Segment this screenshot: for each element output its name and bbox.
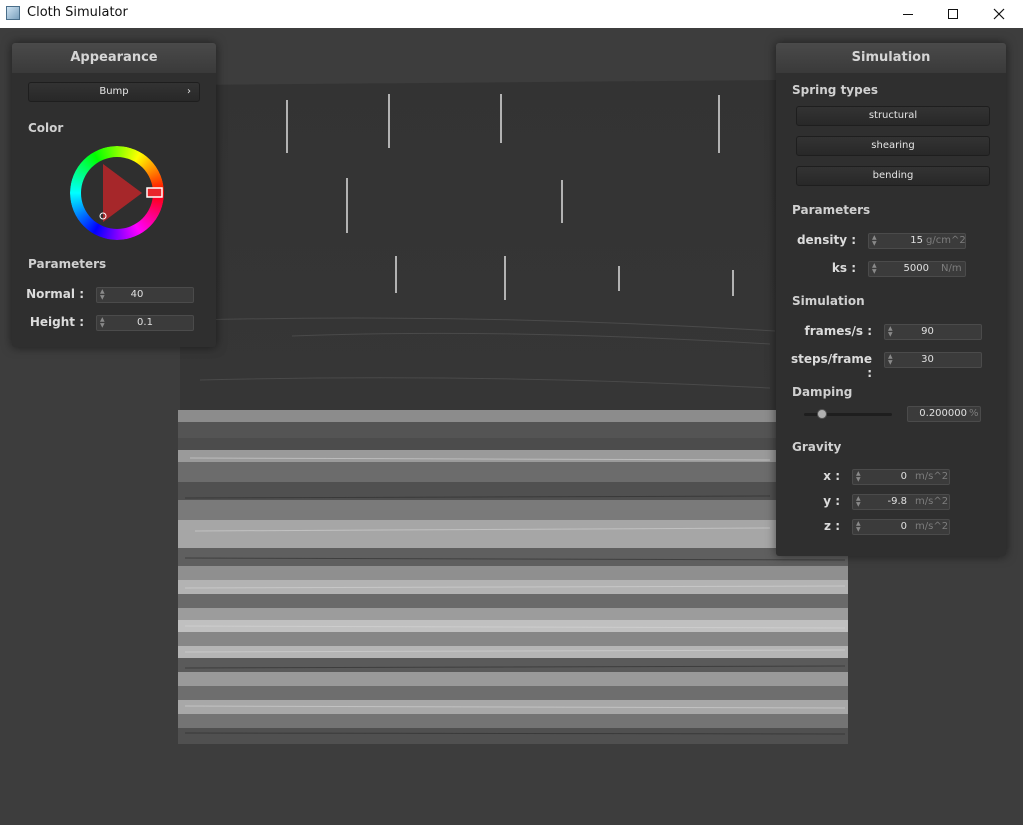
gravity-z-input[interactable]: ▲ ▼ 0 m/s^2 [852, 519, 950, 535]
bending-button[interactable]: bending [796, 166, 990, 186]
simulation-panel: Simulation Spring types structural shear… [776, 43, 1006, 556]
gravity-x-label: x : [823, 469, 840, 483]
maximize-icon [948, 9, 958, 19]
height-label: Height : [29, 315, 84, 329]
spinner-icon[interactable]: ▲ ▼ [100, 317, 107, 329]
normal-label: Normal : [26, 287, 84, 301]
appearance-params-label: Parameters [28, 257, 107, 271]
window-title: Cloth Simulator [27, 5, 128, 20]
normal-input[interactable]: ▲ ▼ 40 [96, 287, 194, 303]
appearance-panel-title[interactable]: Appearance [12, 43, 216, 73]
render-viewport[interactable]: Appearance Bump › Color Parameters Norma… [0, 28, 1023, 825]
gravity-x-input[interactable]: ▲ ▼ 0 m/s^2 [852, 469, 950, 485]
app-icon [6, 6, 20, 20]
spinner-icon[interactable]: ▲ ▼ [856, 471, 863, 483]
spinner-icon[interactable]: ▲ ▼ [872, 263, 879, 275]
damping-slider-knob[interactable] [816, 409, 827, 419]
spinner-icon[interactable]: ▲ ▼ [856, 521, 863, 533]
spinner-icon[interactable]: ▲ ▼ [856, 496, 863, 508]
maximize-button[interactable] [930, 0, 976, 28]
fps-label: frames/s : [804, 324, 872, 338]
fps-input[interactable]: ▲ ▼ 90 [884, 324, 982, 340]
ks-label: ks : [831, 261, 856, 275]
color-wheel-icon[interactable] [70, 146, 164, 240]
structural-button[interactable]: structural [796, 106, 990, 126]
simulation-panel-title[interactable]: Simulation [776, 43, 1006, 73]
damping-slider-track[interactable] [804, 409, 892, 419]
steps-input[interactable]: ▲ ▼ 30 [884, 352, 982, 368]
minimize-button[interactable] [885, 0, 931, 28]
spinner-icon[interactable]: ▲ ▼ [872, 235, 879, 247]
gravity-label: Gravity [792, 440, 842, 454]
height-input[interactable]: ▲ ▼ 0.1 [96, 315, 194, 331]
window-titlebar: Cloth Simulator [0, 0, 1023, 28]
ks-input[interactable]: ▲ ▼ 5000 N/m [868, 261, 966, 277]
gravity-y-label: y : [823, 494, 840, 508]
damping-label: Damping [792, 385, 853, 399]
close-icon [993, 8, 1005, 20]
shearing-button[interactable]: shearing [796, 136, 990, 156]
minimize-icon [903, 14, 913, 15]
spinner-icon[interactable]: ▲ ▼ [888, 354, 895, 366]
color-section-label: Color [28, 121, 64, 135]
density-input[interactable]: ▲ ▼ 15 g/cm^2 [868, 233, 966, 249]
density-label: density : [796, 233, 856, 247]
chevron-right-icon: › [187, 86, 191, 97]
appearance-panel: Appearance Bump › Color Parameters Norma… [12, 43, 216, 347]
simulation-section-label: Simulation [792, 294, 865, 308]
damping-input[interactable]: 0.200000 % [907, 406, 981, 422]
sim-parameters-label: Parameters [792, 203, 871, 217]
close-button[interactable] [976, 0, 1022, 28]
spinner-icon[interactable]: ▲ ▼ [100, 289, 107, 301]
steps-label: steps/frame : [790, 352, 872, 380]
shader-dropdown-value: Bump [99, 86, 129, 97]
gravity-z-label: z : [824, 519, 840, 533]
spring-types-label: Spring types [792, 83, 879, 97]
gravity-y-input[interactable]: ▲ ▼ -9.8 m/s^2 [852, 494, 950, 510]
spinner-icon[interactable]: ▲ ▼ [888, 326, 895, 338]
shader-dropdown[interactable]: Bump › [28, 82, 200, 102]
